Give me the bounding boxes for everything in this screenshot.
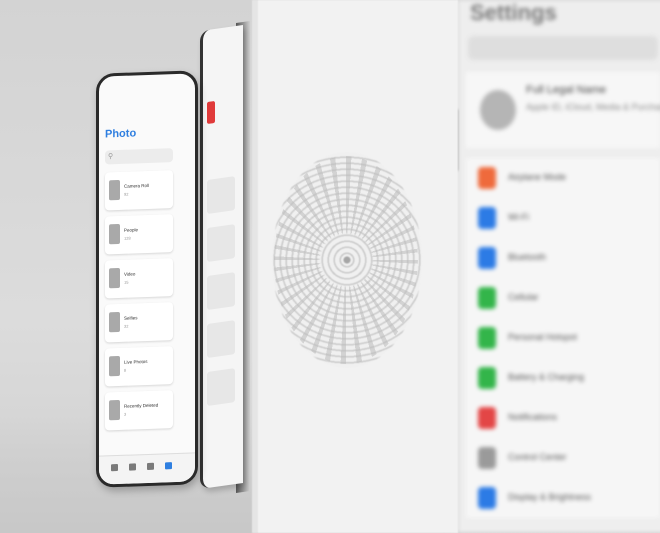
tab-photos[interactable] [111,464,118,472]
album-count: 8 [124,367,127,373]
tab-albums[interactable] [147,462,154,470]
mandala-pattern [274,156,418,364]
list-item[interactable] [207,320,235,359]
album-count: 32 [124,323,129,329]
search-icon: ⚲ [108,153,114,161]
page-title: Photo [105,127,137,141]
tab-bar [99,452,195,485]
album-card[interactable]: Live Photos 8 [105,346,173,387]
settings-phone [448,0,660,533]
list-item[interactable] [207,272,235,311]
album-thumbnail [109,355,120,377]
search-input[interactable]: ⚲ [105,148,173,165]
album-count: 92 [124,191,129,197]
album-label: Camera Roll [124,182,150,189]
tab-for-you[interactable] [129,463,136,471]
album-label: Selfies [124,315,138,321]
album-thumbnail [109,223,120,245]
album-thumbnail [109,311,120,333]
album-thumbnail [109,399,120,421]
album-card[interactable]: Video 15 [105,258,173,299]
album-count: 15 [124,279,129,285]
middle-phone [200,24,243,490]
list-item[interactable] [207,176,235,215]
album-card[interactable]: Recently Deleted 3 [105,390,173,431]
photo-phone: Photo ⚲ Camera Roll 92 People 128 Video 15 Sel… [96,70,198,488]
album-count: 128 [124,235,131,241]
album-label: Recently Deleted [124,402,159,409]
album-label: Video [124,271,136,277]
album-thumbnail [109,179,120,201]
tab-search[interactable] [165,462,172,470]
album-card[interactable]: Camera Roll 92 [105,170,173,211]
list-item[interactable] [207,224,235,263]
album-thumbnail [109,267,120,289]
album-label: People [124,227,139,233]
list-item[interactable] [207,368,235,407]
album-card[interactable]: Selfies 32 [105,302,173,343]
album-card[interactable]: People 128 [105,214,173,255]
red-accent-bar [207,100,215,125]
album-label: Live Photos [124,358,148,365]
album-count: 3 [124,411,127,417]
